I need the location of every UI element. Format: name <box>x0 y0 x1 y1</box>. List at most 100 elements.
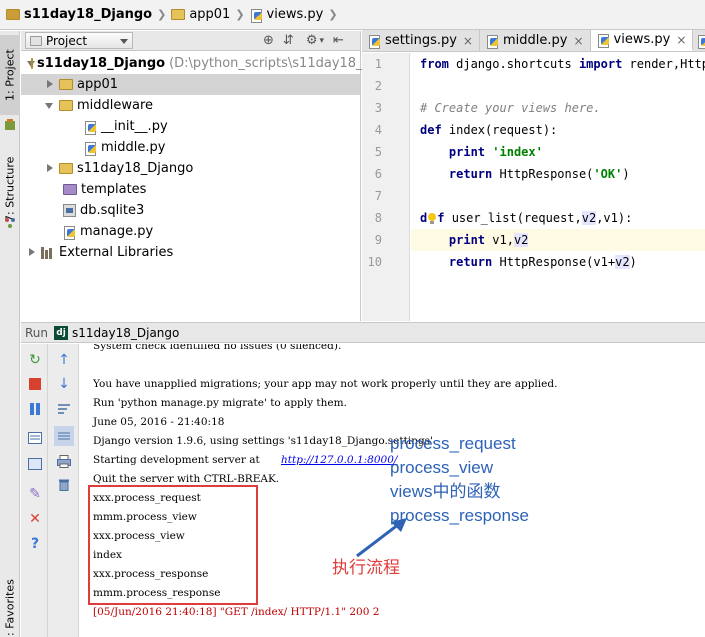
python-file-icon <box>697 34 705 49</box>
annotation-step: process_view <box>390 458 493 477</box>
python-file-icon <box>250 8 263 23</box>
rerun-icon[interactable]: ↻ <box>27 352 43 368</box>
python-file-icon <box>63 225 76 240</box>
tab-middle-py[interactable]: middle.py × <box>479 30 591 51</box>
python-file-icon <box>368 34 381 49</box>
down-arrow-icon[interactable]: ↓ <box>56 376 72 392</box>
tree-item-templates[interactable]: templates <box>21 179 360 200</box>
project-view-dropdown[interactable]: Project <box>25 32 133 49</box>
tree-item-app01[interactable]: app01 <box>21 74 360 95</box>
locate-icon[interactable]: ⊕ <box>263 33 274 48</box>
console-line: Django version 1.9.6, using settings 's1… <box>93 435 433 447</box>
breadcrumb-file[interactable]: views.py ❯ <box>250 5 343 25</box>
code-line: from django.shortcuts import render,Http… <box>420 57 705 71</box>
code-line: print 'index' <box>448 145 543 159</box>
tool-tab-favorites[interactable]: 2: Favorites <box>0 571 20 637</box>
close-icon[interactable]: × <box>573 34 583 48</box>
breadcrumb: s11day18_Django ❯ app01 ❯ views.py ❯ <box>0 0 705 30</box>
chevron-right-icon: ❯ <box>235 8 245 21</box>
layout-icon[interactable] <box>27 430 43 446</box>
tree-item-s11day18-django[interactable]: s11day18_Django <box>21 158 360 179</box>
folder-icon <box>59 79 73 90</box>
console-line: Starting development server at <box>93 454 264 466</box>
run-config-tab[interactable]: s11day18_Django <box>72 326 179 340</box>
project-panel: Project ⊕ ⇵ ⚙ ▾ ⇤ s11day18_Django (D:\py… <box>21 31 384 321</box>
tree-item-db-sqlite3[interactable]: db.sqlite3 <box>21 200 360 221</box>
run-toolbar-secondary: ↑ ↓ <box>48 344 79 637</box>
line-number: 5 <box>374 145 382 159</box>
tree-item-external-libraries[interactable]: External Libraries <box>21 242 360 263</box>
line-number: 4 <box>374 123 382 137</box>
annotation-label: 执行流程 <box>332 558 400 577</box>
code-line: df user_list(request,v2,v1): <box>420 211 633 225</box>
python-file-icon <box>597 33 610 48</box>
chevron-right-icon: ❯ <box>157 8 167 21</box>
run-toolbar-primary: ↻ ✎ ✕ ? <box>21 344 48 637</box>
annotation-highlight-box <box>88 485 258 605</box>
breadcrumb-project[interactable]: s11day18_Django <box>6 5 152 25</box>
library-icon <box>41 246 55 259</box>
scroll-to-end-icon[interactable] <box>54 426 74 446</box>
left-tool-strip: 1: Project 7: Structure 2: Favorites <box>0 31 20 637</box>
collapse-all-icon[interactable]: ⇵ <box>283 33 294 48</box>
templates-folder-icon <box>63 184 77 195</box>
stop-icon[interactable] <box>27 376 43 392</box>
django-icon: dj <box>54 325 69 340</box>
gear-dropdown-icon[interactable]: ▾ <box>319 36 324 46</box>
annotation-step: views中的函数 <box>390 482 501 501</box>
folder-icon <box>30 35 42 46</box>
up-arrow-icon[interactable]: ↑ <box>56 352 72 368</box>
tree-item-init-py[interactable]: __init__.py <box>21 116 360 137</box>
settings-icon[interactable] <box>27 456 43 472</box>
console-line: Run 'python manage.py migrate' to apply … <box>93 397 347 409</box>
code-line-current: print v1,v2 <box>411 229 705 251</box>
close-icon[interactable]: × <box>676 33 686 47</box>
pin-icon[interactable]: ✎ <box>27 486 43 502</box>
expand-arrow-icon[interactable] <box>45 163 55 174</box>
tree-item-root-project[interactable]: s11day18_Django (D:\python_scripts\s11da… <box>21 53 384 74</box>
console-line: Quit the server with CTRL-BREAK. <box>93 473 280 485</box>
tab-overflow[interactable] <box>693 30 705 51</box>
trash-icon[interactable] <box>56 476 72 492</box>
code-area[interactable]: from django.shortcuts import render,Http… <box>411 53 705 321</box>
line-number: 10 <box>367 255 382 269</box>
server-url-link[interactable]: http://127.0.0.1:8000/ <box>281 454 397 466</box>
run-panel-header: Run dj s11day18_Django <box>21 322 705 343</box>
help-icon[interactable]: ? <box>27 536 43 552</box>
expand-arrow-icon[interactable] <box>27 247 37 258</box>
hide-panel-icon[interactable]: ⇤ <box>333 33 344 48</box>
intention-bulb-icon[interactable] <box>427 212 437 225</box>
project-panel-header: Project ⊕ ⇵ ⚙ ▾ ⇤ <box>21 31 360 51</box>
close-icon[interactable]: ✕ <box>27 511 43 527</box>
pause-icon[interactable] <box>27 401 43 417</box>
structure-icon <box>5 218 15 228</box>
editor-tab-bar: settings.py × middle.py × views.py × <box>362 30 705 52</box>
console-line: You have unapplied migrations; your app … <box>93 378 558 390</box>
soft-wrap-icon[interactable] <box>56 401 72 417</box>
tab-settings-py[interactable]: settings.py × <box>362 30 480 51</box>
print-icon[interactable] <box>56 453 72 469</box>
code-line: return HttpResponse('OK') <box>448 167 630 181</box>
tree-item-middleware[interactable]: middleware <box>21 95 360 116</box>
line-number-gutter: 1 2 3 4 5 6 7 8 9 10 <box>362 53 410 321</box>
folder-icon <box>171 9 186 20</box>
tool-tab-project[interactable]: 1: Project <box>0 35 20 115</box>
code-line: return HttpResponse(v1+v2) <box>448 255 637 269</box>
close-icon[interactable]: × <box>463 34 473 48</box>
breadcrumb-folder[interactable]: app01 <box>171 5 230 25</box>
gear-icon[interactable]: ⚙ <box>306 33 318 48</box>
line-number: 9 <box>374 233 382 247</box>
line-number: 8 <box>374 211 382 225</box>
line-number: 3 <box>374 101 382 115</box>
tree-item-manage-py[interactable]: manage.py <box>21 221 360 242</box>
expand-arrow-icon[interactable] <box>45 101 55 111</box>
python-file-icon <box>84 141 97 156</box>
python-file-icon <box>486 34 499 49</box>
tree-item-middle-py[interactable]: middle.py <box>21 137 360 158</box>
expand-arrow-icon[interactable] <box>45 79 55 90</box>
console-line: June 05, 2016 - 21:40:18 <box>93 416 225 428</box>
code-line: def index(request): <box>420 123 558 137</box>
folder-icon <box>59 100 73 111</box>
code-line: # Create your views here. <box>420 101 601 115</box>
tab-views-py[interactable]: views.py × <box>590 30 694 51</box>
